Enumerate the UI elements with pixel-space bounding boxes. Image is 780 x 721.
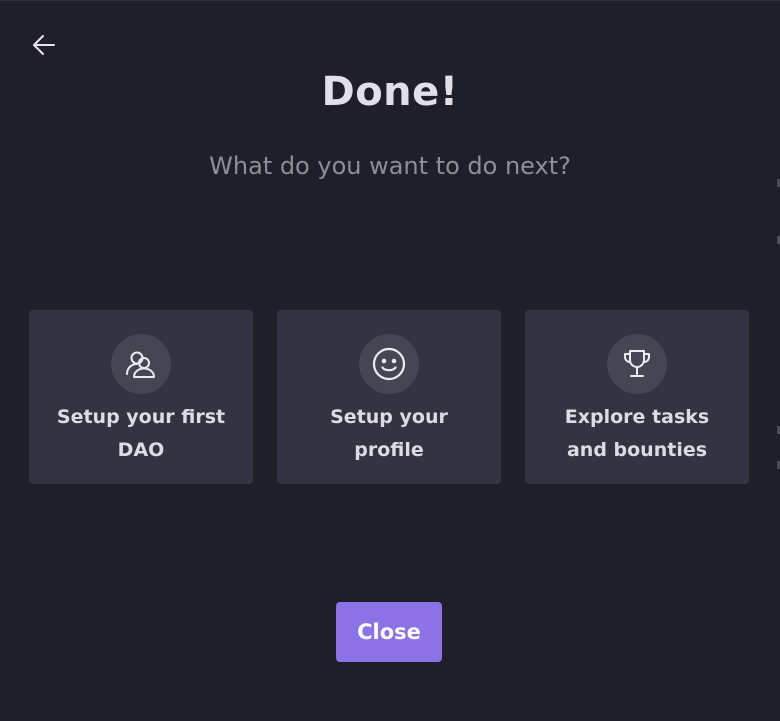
trophy-icon xyxy=(607,334,667,394)
done-modal: Done! What do you want to do next? Setup… xyxy=(0,0,780,721)
setup-dao-label: Setup your first DAO xyxy=(56,406,226,461)
close-button[interactable]: Close xyxy=(336,602,442,662)
page-title: Done! xyxy=(321,69,459,115)
setup-dao-card[interactable]: Setup your first DAO xyxy=(29,310,253,484)
smiley-icon xyxy=(359,334,419,394)
explore-tasks-label: Explore tasks and bounties xyxy=(564,406,710,461)
page-subtitle: What do you want to do next? xyxy=(209,152,571,180)
setup-profile-label: Setup your profile xyxy=(330,406,448,461)
next-step-cards: Setup your first DAO Setup your profile xyxy=(29,310,749,484)
users-icon xyxy=(111,334,171,394)
explore-tasks-card[interactable]: Explore tasks and bounties xyxy=(525,310,749,484)
arrow-left-icon xyxy=(31,32,57,62)
back-button[interactable] xyxy=(28,31,60,63)
setup-profile-card[interactable]: Setup your profile xyxy=(277,310,501,484)
